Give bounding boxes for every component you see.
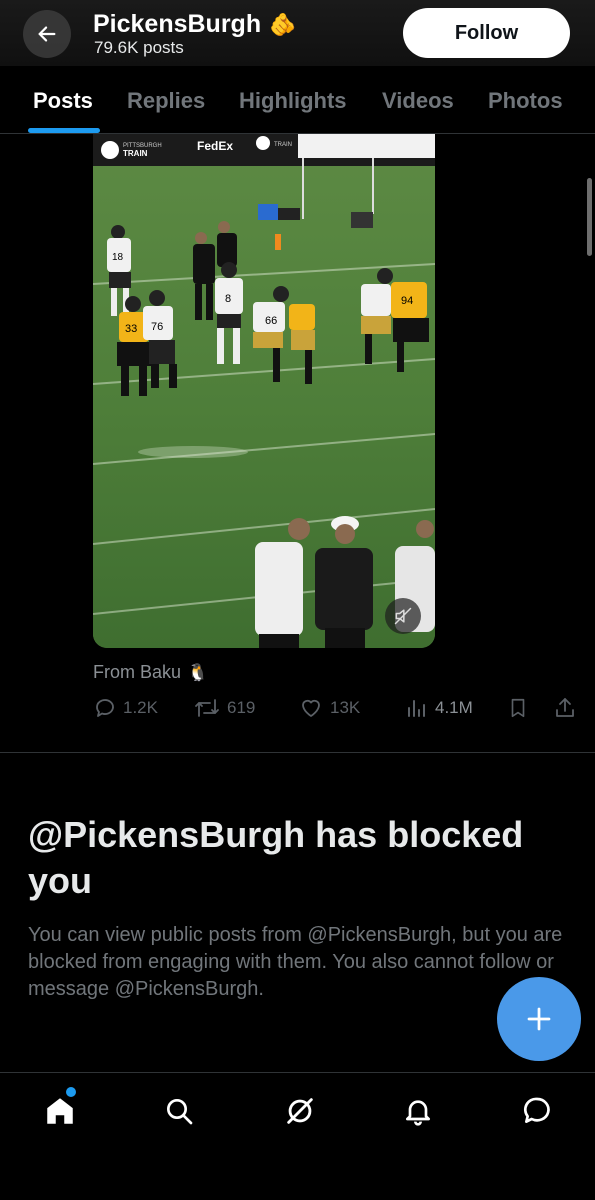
like-button[interactable]: 13K [298,696,360,720]
blocked-description: You can view public posts from @PickensB… [28,924,563,1000]
scrollbar[interactable] [587,178,592,256]
profile-name: PickensBurgh 🫵 [93,10,297,39]
svg-text:33: 33 [125,323,137,335]
svg-text:8: 8 [225,293,231,305]
home-icon [47,1098,73,1124]
tab-highlights[interactable]: Highlights [239,88,347,114]
post-location: From Baku 🐧 [93,662,208,683]
banner-text-train-2: TRAIN [274,142,292,148]
active-tab-indicator [28,128,100,133]
mute-button[interactable] [385,598,421,634]
profile-name-text: PickensBurgh [93,10,262,38]
blocked-title: @PickensBurgh has blocked you [28,814,524,901]
divider [0,752,595,753]
compose-button[interactable] [497,977,581,1061]
heart-icon [302,699,320,717]
notifications-icon [406,1100,430,1126]
home-notification-dot [66,1087,76,1097]
repost-icon [195,699,219,717]
banner-text-fedex: FedEx [197,139,233,153]
profile-tabs: Posts Replies Highlights Videos Photos [0,66,595,134]
bottom-nav [0,1072,595,1200]
from-text: From Baku [93,662,182,682]
svg-text:66: 66 [265,315,277,327]
svg-text:76: 76 [151,321,163,333]
back-arrow-icon [38,26,56,42]
nav-messages[interactable] [517,1091,557,1131]
views-button[interactable]: 4.1M [405,696,473,720]
banner-text-train: TRAIN [123,149,148,158]
post-actions: 1.2K 619 13K 4.1M [93,696,583,726]
reply-icon [96,699,114,717]
follow-button[interactable]: Follow [403,8,570,58]
search-icon [167,1099,193,1125]
reply-count: 1.2K [123,698,158,717]
svg-text:94: 94 [401,295,413,307]
tab-photos[interactable]: Photos [488,88,563,114]
pointing-emoji-icon: 🫵 [269,11,297,37]
tab-replies[interactable]: Replies [127,88,205,114]
plus-icon [527,1007,551,1031]
nav-grok[interactable] [280,1091,320,1131]
reply-button[interactable]: 1.2K [93,696,158,720]
share-icon [556,698,574,717]
post-video[interactable]: PITTSBURGH TRAIN FedEx TRAIN 18 8 33 76 … [93,134,435,648]
repost-count: 619 [227,698,256,717]
tab-posts[interactable]: Posts [33,88,93,114]
post-count: 79.6K posts [94,38,184,57]
profile-header: PickensBurgh 🫵 79.6K posts Follow [0,0,595,66]
nav-home[interactable] [40,1091,80,1131]
steelers-logo-icon [101,141,119,159]
penguin-emoji-icon: 🐧 [187,662,209,682]
view-count: 4.1M [435,698,473,717]
share-button[interactable] [553,696,577,720]
like-count: 13K [330,698,361,717]
svg-text:18: 18 [112,252,124,263]
grok-icon [287,1098,313,1124]
messages-icon [523,1097,550,1123]
bookmark-button[interactable] [507,696,529,720]
views-chart-icon [408,700,425,717]
repost-button[interactable]: 619 [193,696,255,720]
nav-search[interactable] [159,1091,199,1131]
tab-videos[interactable]: Videos [382,88,454,114]
bookmark-icon [511,698,525,718]
back-button[interactable] [23,10,71,58]
muted-speaker-icon [394,607,412,625]
practice-field-scene: PITTSBURGH TRAIN FedEx TRAIN 18 8 33 76 … [93,134,435,648]
nav-notifications[interactable] [398,1091,438,1131]
